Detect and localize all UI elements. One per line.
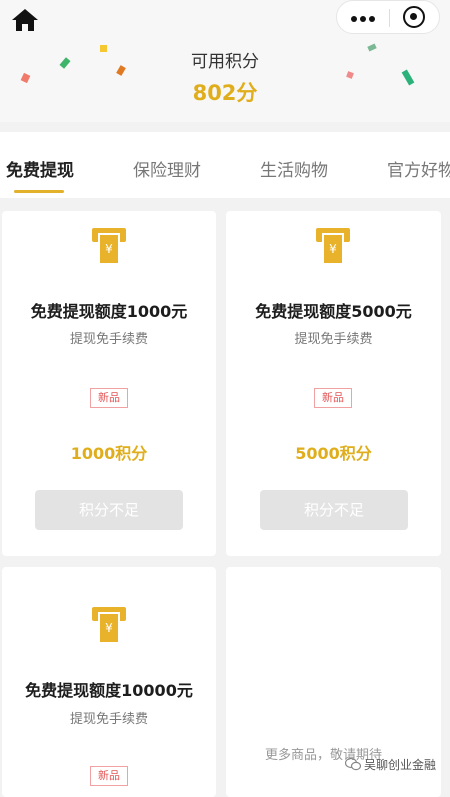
points-value: 802分 bbox=[192, 81, 258, 105]
product-subtitle: 提现免手续费 bbox=[294, 332, 373, 347]
yuan-cash-icon: ¥ bbox=[92, 607, 126, 644]
watermark: 吴聊创业金融 bbox=[345, 756, 436, 773]
svg-text:¥: ¥ bbox=[105, 621, 113, 635]
tab-life-shopping[interactable]: 生活购物 bbox=[260, 156, 328, 181]
wechat-icon bbox=[345, 757, 361, 771]
more-dots-icon[interactable] bbox=[337, 1, 389, 35]
product-card[interactable]: ¥ 免费提现额度5000元 提现免手续费 新品 5000积分 积分不足 bbox=[226, 211, 441, 556]
product-title: 免费提现额度10000元 bbox=[25, 681, 193, 700]
product-price: 1000积分 bbox=[70, 444, 148, 463]
product-card[interactable]: ¥ 免费提现额度10000元 提现免手续费 新品 bbox=[2, 567, 216, 797]
svg-text:¥: ¥ bbox=[329, 242, 337, 256]
active-tab-indicator bbox=[14, 190, 64, 193]
product-subtitle: 提现免手续费 bbox=[69, 712, 148, 727]
tab-insurance-finance[interactable]: 保险理财 bbox=[133, 156, 201, 181]
home-icon[interactable] bbox=[10, 7, 40, 33]
product-title: 免费提现额度1000元 bbox=[30, 302, 188, 321]
tab-official-goods[interactable]: 官方好物 bbox=[387, 156, 450, 181]
points-header: 可用积分 802分 bbox=[0, 0, 450, 122]
product-title: 免费提现额度5000元 bbox=[255, 302, 412, 321]
mini-program-capsule bbox=[336, 0, 440, 34]
product-price: 5000积分 bbox=[295, 444, 372, 463]
new-badge: 新品 bbox=[90, 766, 128, 786]
yuan-cash-icon: ¥ bbox=[316, 228, 350, 265]
tab-free-withdraw[interactable]: 免费提现 bbox=[6, 156, 74, 181]
points-label: 可用积分 bbox=[191, 52, 259, 72]
insufficient-points-button[interactable]: 积分不足 bbox=[260, 490, 408, 530]
watermark-text: 吴聊创业金融 bbox=[364, 758, 437, 772]
new-badge: 新品 bbox=[90, 388, 128, 408]
capsule-divider bbox=[389, 9, 390, 27]
yuan-cash-icon: ¥ bbox=[92, 228, 126, 265]
product-card[interactable]: ¥ 免费提现额度1000元 提现免手续费 新品 1000积分 积分不足 bbox=[2, 211, 216, 556]
product-subtitle: 提现免手续费 bbox=[69, 332, 148, 347]
svg-text:¥: ¥ bbox=[105, 242, 113, 256]
category-tabs: 免费提现 保险理财 生活购物 官方好物 bbox=[0, 132, 450, 198]
target-circle-icon[interactable] bbox=[403, 6, 425, 28]
insufficient-points-button[interactable]: 积分不足 bbox=[35, 490, 183, 530]
new-badge: 新品 bbox=[314, 388, 352, 408]
